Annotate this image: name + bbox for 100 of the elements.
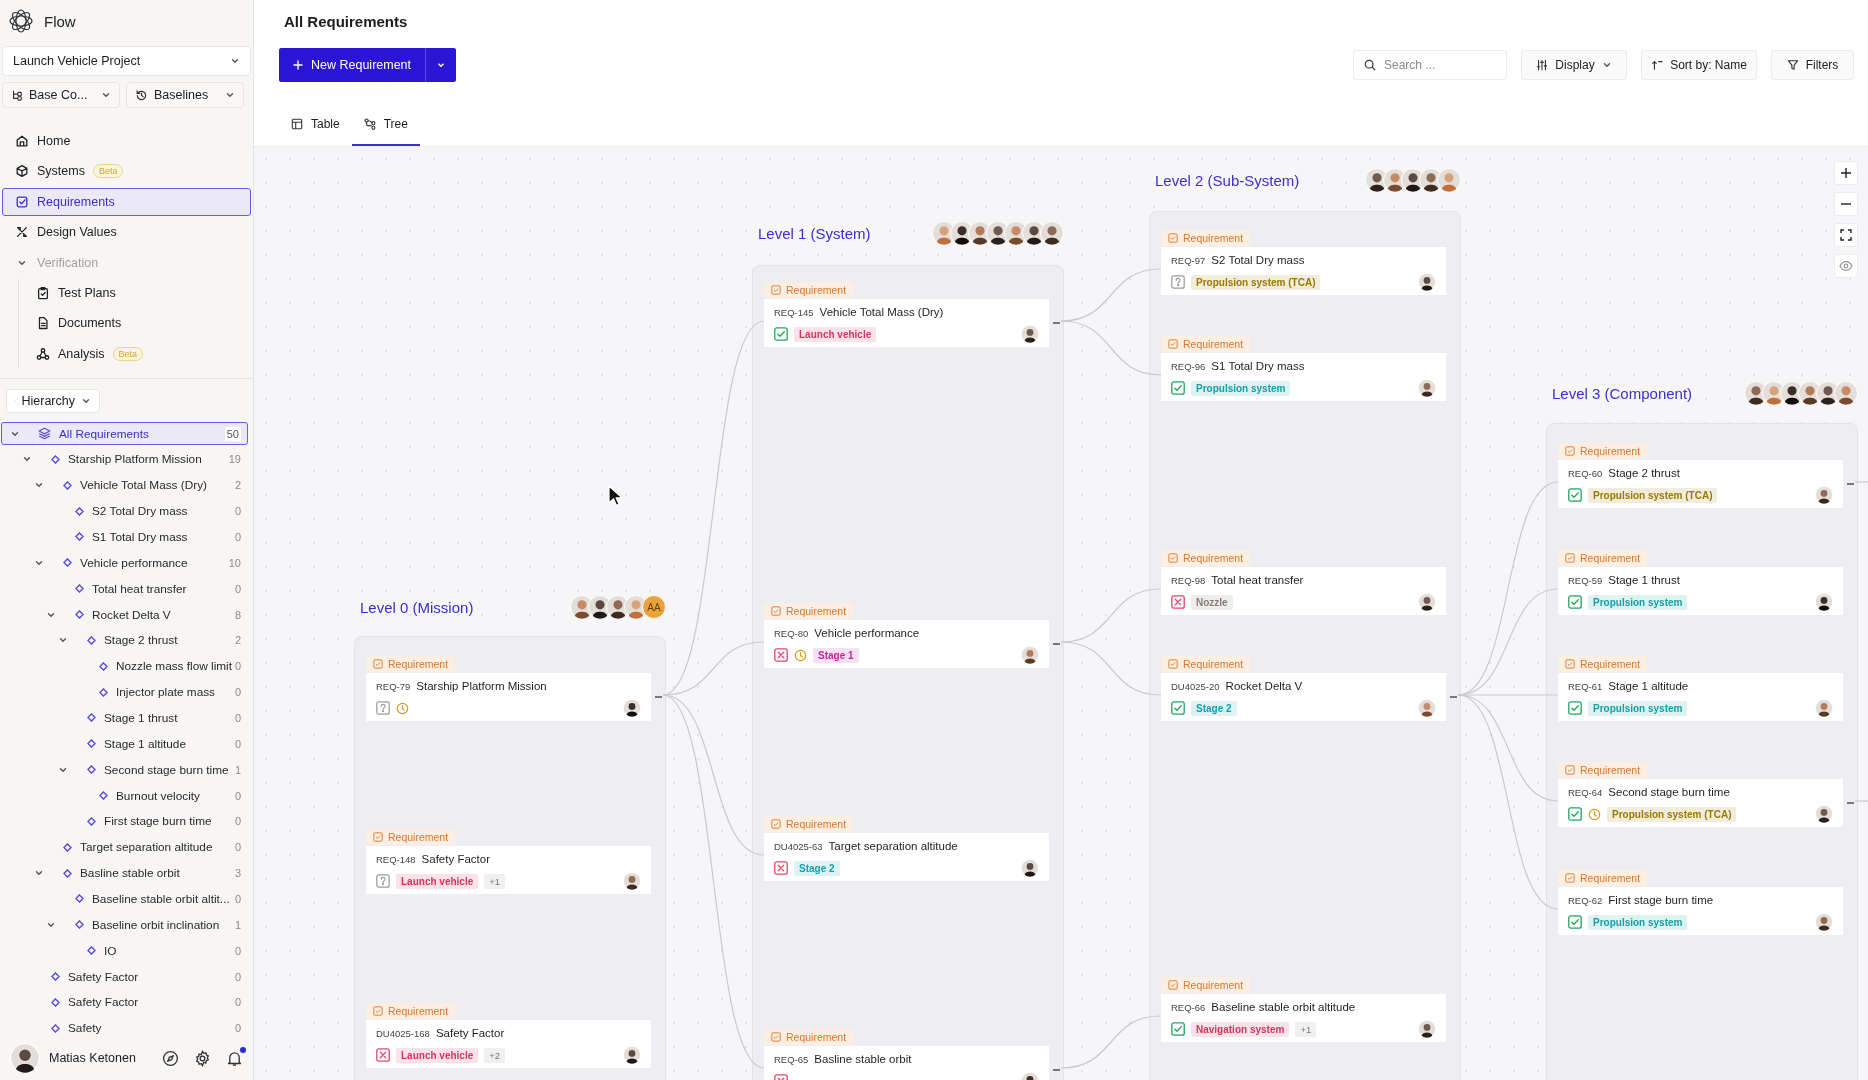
tree-item[interactable]: Target separation altitude 0 [1, 835, 248, 860]
id-text: REQ-79 [376, 681, 411, 692]
settings-icon[interactable] [194, 1049, 211, 1067]
tree-item[interactable]: Baseline orbit inclination 1 [1, 913, 248, 937]
type-text: Requirement [388, 1005, 449, 1017]
title-text: Safety Factor [421, 853, 490, 865]
nav-item[interactable]: Design Values [2, 218, 251, 247]
zoom-out-button[interactable] [1834, 192, 1858, 216]
tree-item[interactable]: Safety Factor 0 [1, 990, 248, 1015]
display-button[interactable]: Display [1521, 50, 1627, 80]
checkbox-icon [1168, 980, 1178, 990]
avatar [1418, 593, 1436, 611]
tree-item[interactable]: Total heat transfer 0 [1, 576, 248, 601]
title-text: Vehicle performance [814, 627, 920, 639]
branch-select[interactable]: Base Co... [2, 82, 120, 108]
tree-item[interactable]: All Requirements 50 [1, 421, 248, 446]
count-text: 0 [234, 505, 241, 518]
baselines-select[interactable]: Baselines [126, 82, 244, 108]
diamond-icon [51, 1023, 60, 1033]
search-field[interactable]: Search ... [1353, 50, 1507, 80]
hierarchy-button[interactable]: Hierarchy [6, 388, 100, 413]
requirement-card[interactable]: REQ-98 Total heat transfer Nozzle [1161, 567, 1446, 615]
collapse-handle[interactable] [1450, 696, 1457, 698]
caret-icon[interactable] [230, 56, 240, 66]
collapse-handle[interactable] [1053, 1069, 1060, 1071]
checkbox-icon [1565, 765, 1575, 775]
avatar: AA [642, 595, 666, 619]
bell-icon[interactable] [226, 1049, 243, 1067]
requirement-card[interactable]: REQ-59 Stage 1 thrust Propulsion system [1558, 567, 1843, 615]
view-tab[interactable]: Table [279, 104, 352, 146]
type-text: Requirement [1580, 658, 1641, 670]
tree-item[interactable]: S1 Total Dry mass 0 [1, 525, 248, 549]
id-text: REQ-97 [1171, 255, 1206, 266]
requirement-card[interactable]: DU4025-168 Safety Factor Launch vehicle +2 [366, 1020, 651, 1068]
nav-item[interactable]: Systems Beta [2, 157, 251, 186]
collapse-handle[interactable] [1847, 802, 1854, 804]
nav-item[interactable]: Test Plans [21, 278, 251, 307]
tree-item[interactable]: Rocket Delta V 8 [1, 602, 248, 627]
diamond-icon [99, 791, 108, 801]
title-text: First stage burn time [1608, 894, 1714, 906]
avatar [1418, 379, 1436, 397]
title-text: Stage 1 altitude [1608, 680, 1689, 692]
project-select[interactable]: Launch Vehicle Project [2, 46, 251, 76]
tree-item[interactable]: IO 0 [1, 938, 248, 963]
tree-item[interactable]: Starship Platform Mission 19 [1, 447, 248, 472]
filters-button[interactable]: Filters [1771, 50, 1854, 80]
id-text: REQ-62 [1568, 895, 1603, 906]
diamond-icon [75, 532, 84, 542]
dropdown-button[interactable] [425, 48, 457, 82]
count-text: 0 [234, 686, 241, 699]
tree-item[interactable]: Safety 0 [1, 1016, 248, 1040]
tree-item[interactable]: Stage 2 thrust 2 [1, 628, 248, 653]
diamond-icon [63, 480, 72, 490]
requirement-card[interactable]: REQ-61 Stage 1 altitude Propulsion system [1558, 673, 1843, 721]
diamond-icon [63, 558, 72, 568]
tree-item[interactable]: S2 Total Dry mass 0 [1, 499, 248, 523]
collapse-handle[interactable] [1847, 483, 1854, 485]
tree-item[interactable]: Baseline stable orbit altit... 0 [1, 887, 248, 911]
fit-view-button[interactable] [1834, 223, 1858, 247]
collapse-handle[interactable] [655, 696, 662, 698]
sort-button[interactable]: Sort by: Name [1641, 50, 1757, 80]
tree-item[interactable]: Second stage burn time 1 [1, 757, 248, 782]
id-text: DU4025-168 [376, 1028, 430, 1039]
requirement-card[interactable]: REQ-148 Safety Factor Launch vehicle +1 [366, 846, 651, 894]
caret-icon[interactable] [1601, 60, 1612, 70]
level-title: Level 0 (Mission) [360, 598, 474, 616]
avatar [1021, 859, 1039, 877]
checkbox-icon [373, 832, 383, 842]
title-text: Total heat transfer [1211, 574, 1304, 586]
nav-item[interactable]: Home [2, 127, 251, 155]
collapse-handle[interactable] [1053, 643, 1060, 645]
avatar [1815, 805, 1833, 823]
tree-item[interactable]: Vehicle Total Mass (Dry) 2 [1, 473, 248, 497]
tree-item[interactable]: Injector plate mass 0 [1, 680, 248, 704]
collapse-handle[interactable] [1053, 322, 1060, 324]
tree-item[interactable]: Burnout velocity 0 [1, 783, 248, 808]
nav-item[interactable]: Requirements [2, 187, 251, 216]
requirement-card[interactable]: REQ-62 First stage burn time Propulsion system [1558, 887, 1843, 935]
tree-item[interactable]: Safety Factor 0 [1, 964, 248, 989]
requirement-card[interactable]: REQ-66 Baseline stable orbit altitude Navigation system +1 [1161, 994, 1446, 1042]
tree-item[interactable]: Basline stable orbit 3 [1, 861, 248, 885]
requirement-card[interactable]: REQ-96 S1 Total Dry mass Propulsion system [1161, 353, 1446, 401]
zoom-in-button[interactable] [1834, 161, 1858, 185]
tree-item[interactable]: Stage 1 altitude 0 [1, 732, 248, 756]
requirement-card[interactable]: DU4025-63 Target separation altitude Stage 2 [764, 833, 1049, 881]
nav-item[interactable]: Analysis Beta [21, 339, 251, 368]
caret-icon[interactable] [101, 90, 111, 100]
type-text: Requirement [1183, 552, 1244, 564]
tree-item[interactable]: Stage 1 thrust 0 [1, 706, 248, 730]
requirement-card[interactable]: REQ-97 S2 Total Dry mass Propulsion system (TCA) [1161, 247, 1446, 295]
compass-icon[interactable] [162, 1049, 179, 1067]
caret-icon[interactable] [225, 90, 235, 100]
tag: Nozzle [1191, 594, 1233, 610]
nav-item[interactable]: Documents [21, 309, 251, 338]
visibility-button[interactable] [1834, 254, 1858, 278]
tree-item[interactable]: First stage burn time 0 [1, 809, 248, 834]
tree-item[interactable]: Nozzle mass flow limit 0 [1, 654, 248, 679]
count-text: 1 [234, 763, 241, 776]
tree-item[interactable]: Vehicle performance 10 [1, 551, 248, 575]
user-avatar [10, 1043, 40, 1073]
